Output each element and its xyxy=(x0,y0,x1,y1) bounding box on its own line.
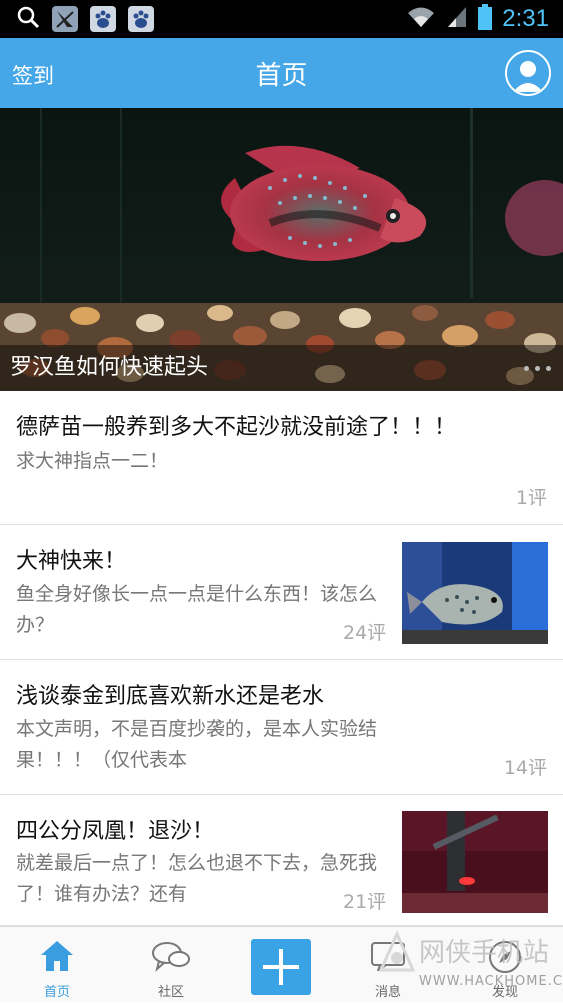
post-excerpt: 就差最后一点了！怎么也退不下去，急死我了！谁有办法？还有 xyxy=(16,852,378,905)
page-title: 首页 xyxy=(255,61,308,91)
tab-home-label: 首页 xyxy=(43,985,70,1000)
post-item[interactable]: 德萨苗一般养到多大不起沙就没前途了！！！ 求大神指点一二！ 1评 xyxy=(0,391,563,525)
post-comment-count: 24评 xyxy=(343,622,387,644)
post-title: 德萨苗一般养到多大不起沙就没前途了！！！ xyxy=(16,415,457,440)
post-excerpt: 鱼全身好像长一点一点是什么东西！该怎么办？ xyxy=(16,583,378,636)
banner-caption[interactable]: 罗汉鱼如何快速起头 xyxy=(10,349,208,381)
tab-home[interactable]: 首页 xyxy=(7,927,107,1003)
carousel-dot xyxy=(524,366,529,371)
post-excerpt: 求大神指点一二！ xyxy=(16,450,169,472)
signal-icon xyxy=(446,5,468,33)
chat-bubbles-icon xyxy=(151,939,191,977)
post-item[interactable]: 大神快来！ 鱼全身好像长一点一点是什么东西！该怎么办？ 24评 xyxy=(0,525,563,660)
status-bar: 2:31 xyxy=(0,0,563,38)
add-post-button[interactable] xyxy=(251,939,311,995)
post-item[interactable]: 浅谈泰金到底喜欢新水还是老水 本文声明，不是百度抄袭的，是本人实验结果！！！（仅… xyxy=(0,660,563,795)
watermark: 网侠手机站 WWW.HACKHOME.COM xyxy=(375,930,563,1002)
post-comment-count: 14评 xyxy=(503,757,547,779)
post-comment-count: 1评 xyxy=(515,487,547,509)
app-header: 签到 首页 xyxy=(0,38,563,108)
wifi-icon xyxy=(406,5,436,33)
search-icon xyxy=(16,5,40,33)
post-title: 大神快来！ xyxy=(16,549,127,574)
post-thumbnail xyxy=(402,811,548,913)
user-avatar-icon[interactable] xyxy=(505,50,551,96)
post-title: 四公分凤凰！退沙！ xyxy=(16,819,215,844)
status-time: 2:31 xyxy=(502,5,549,32)
tab-community-label: 社区 xyxy=(157,985,184,1000)
carousel-dot xyxy=(535,366,540,371)
watermark-url: WWW.HACKHOME.COM xyxy=(419,974,563,989)
watermark-text: 网侠手机站 xyxy=(419,938,550,968)
post-excerpt: 本文声明，不是百度抄袭的，是本人实验结果！！！（仅代表本 xyxy=(16,718,378,771)
carousel-dot xyxy=(546,366,551,371)
post-comment-count: 21评 xyxy=(343,891,387,913)
baidu-icon xyxy=(128,6,154,32)
post-title: 浅谈泰金到底喜欢新水还是老水 xyxy=(16,684,325,709)
tab-community[interactable]: 社区 xyxy=(121,927,221,1003)
post-thumbnail xyxy=(402,542,548,644)
baidu-icon xyxy=(90,6,116,32)
app-icon xyxy=(52,6,78,32)
watermark-logo-icon xyxy=(375,930,419,978)
carousel-indicator xyxy=(524,366,551,371)
post-item[interactable]: 四公分凤凰！退沙！ 就差最后一点了！怎么也退不下去，急死我了！谁有办法？还有 2… xyxy=(0,795,563,926)
battery-icon xyxy=(478,4,493,34)
featured-banner[interactable]: 罗汉鱼如何快速起头 xyxy=(0,108,563,391)
plus-icon xyxy=(261,947,301,991)
home-icon xyxy=(39,939,75,977)
